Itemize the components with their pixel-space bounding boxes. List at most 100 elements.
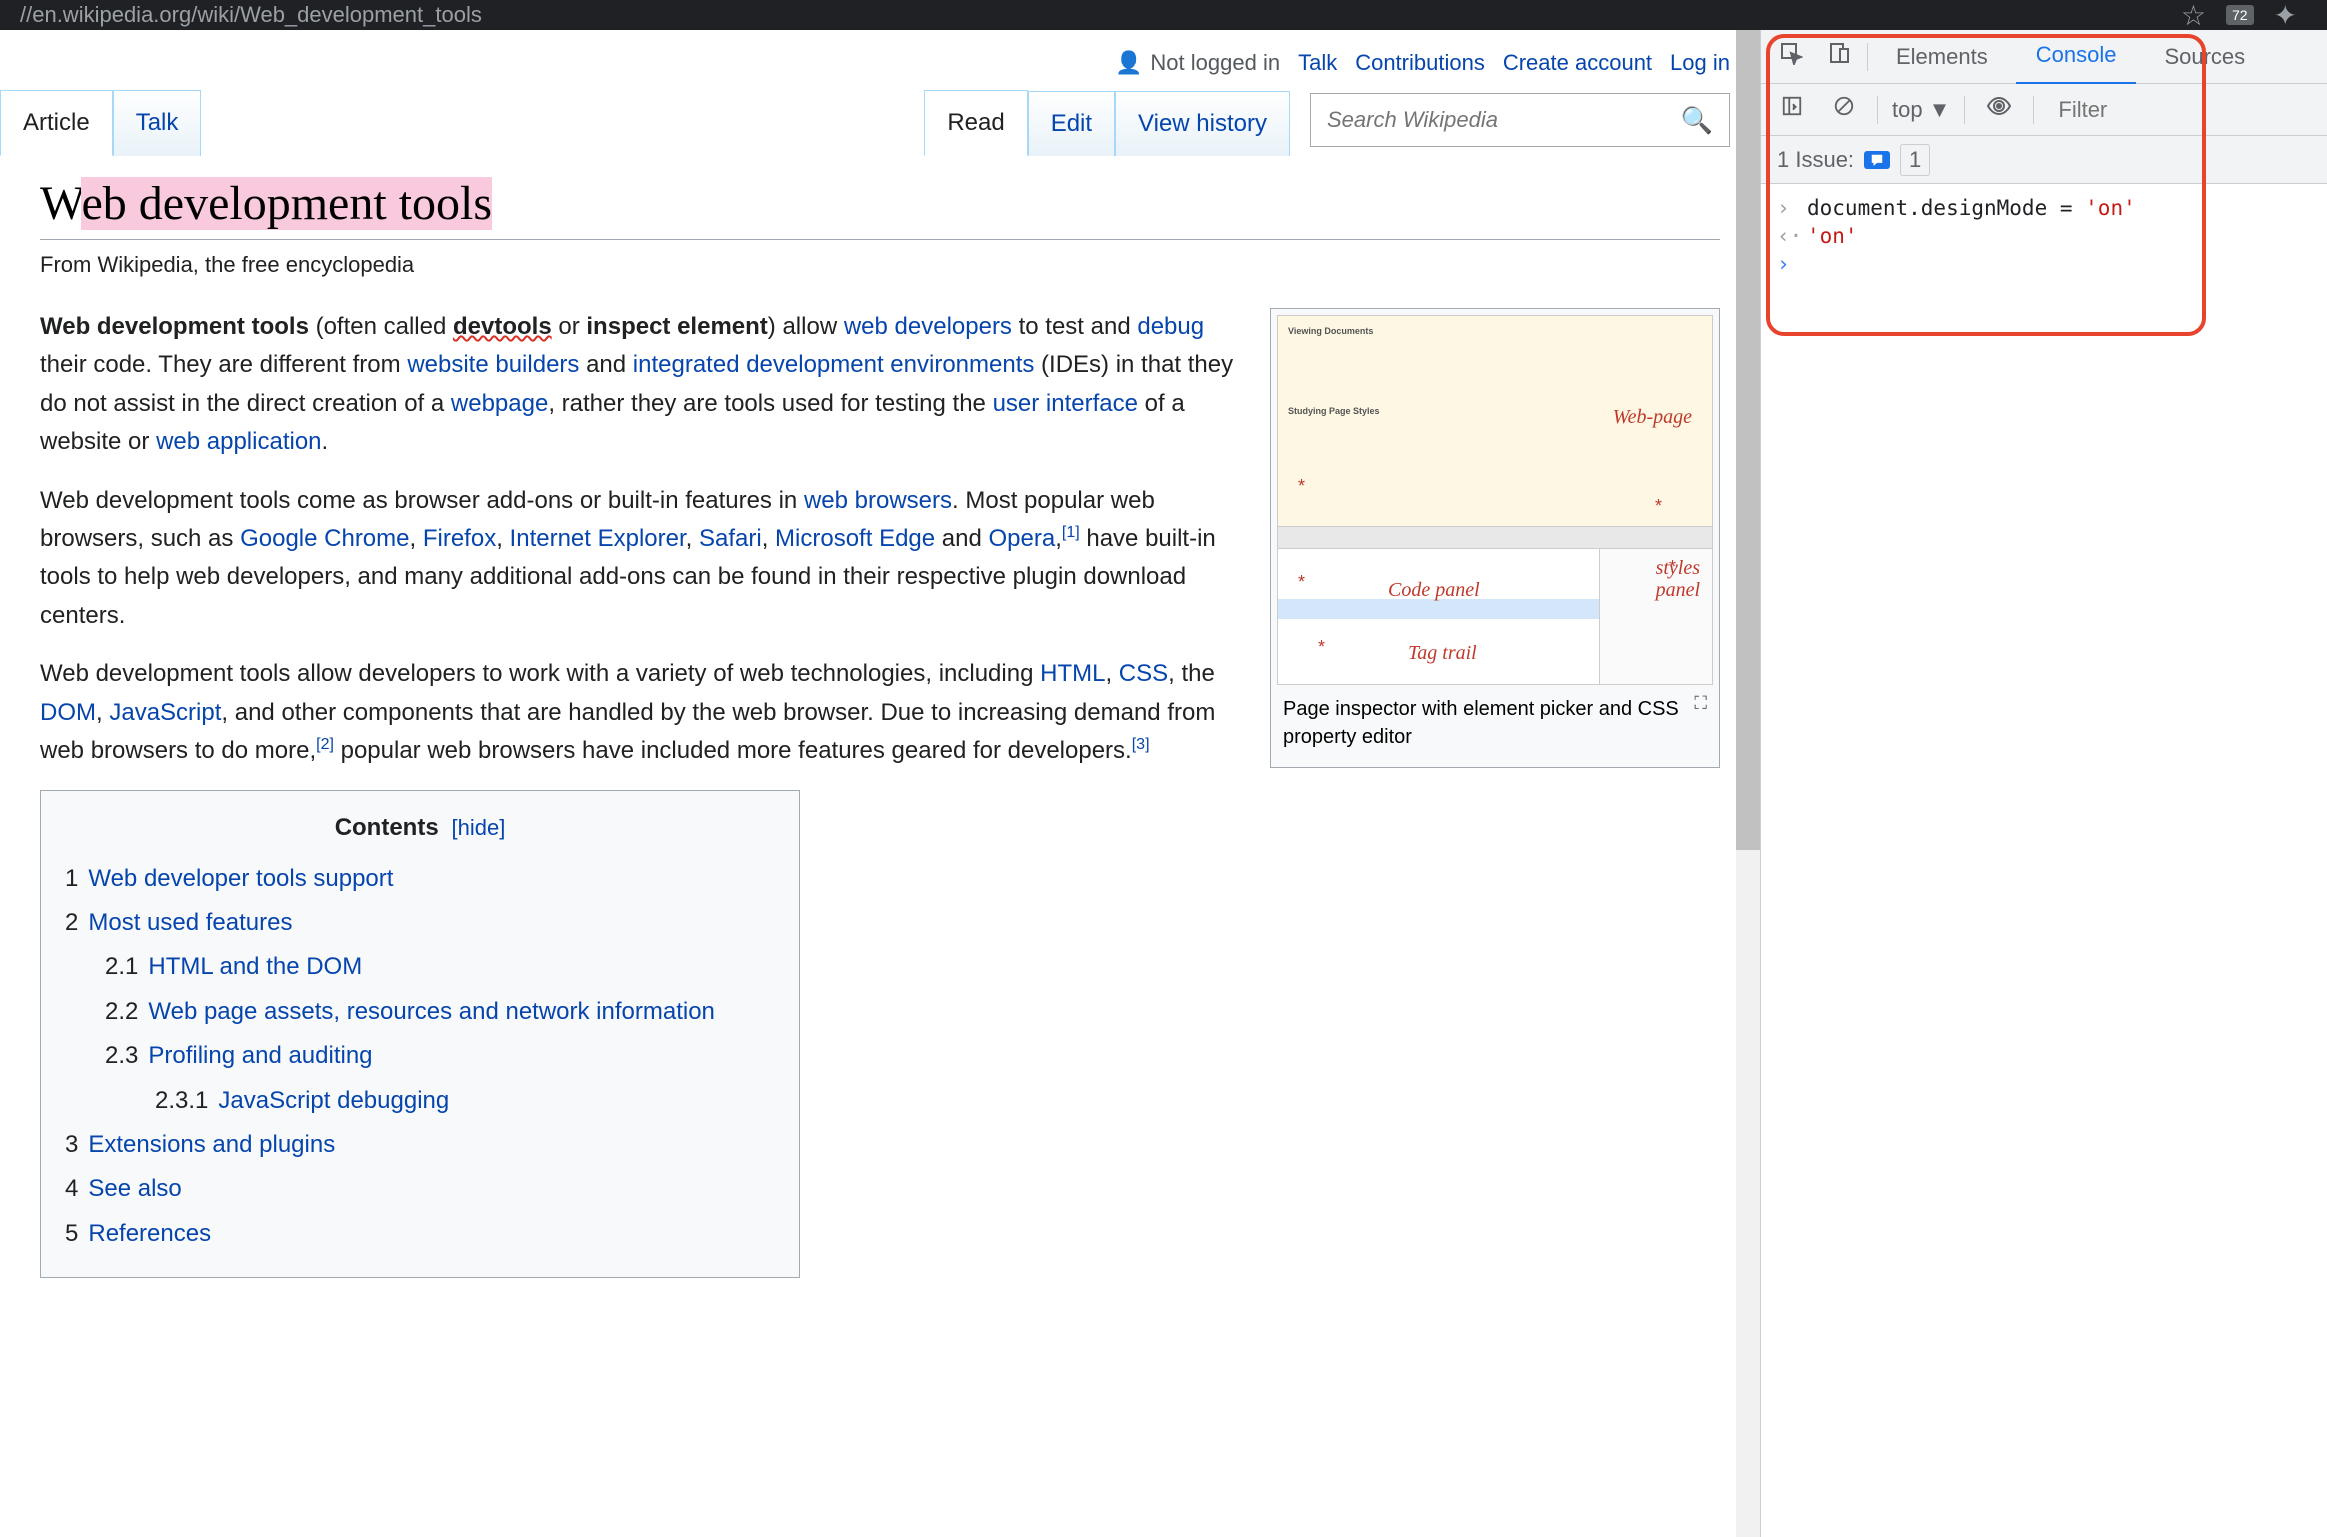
toc-number: 1 xyxy=(65,865,78,892)
table-of-contents: Contents [hide] 1Web developer tools sup… xyxy=(40,790,800,1278)
toc-link[interactable]: JavaScript debugging xyxy=(218,1087,449,1114)
scrollbar-thumb[interactable] xyxy=(1736,30,1760,850)
toc-link[interactable]: HTML and the DOM xyxy=(148,953,362,980)
console-output[interactable]: › document.designMode = 'on' ‹· 'on' › xyxy=(1761,184,2327,1537)
tab-edit[interactable]: Edit xyxy=(1028,91,1115,156)
browser-address-bar: //en.wikipedia.org/wiki/Web_development_… xyxy=(0,0,2327,30)
live-expression-icon[interactable] xyxy=(1979,86,2019,133)
toc-number: 2.2 xyxy=(105,998,138,1025)
tab-elements[interactable]: Elements xyxy=(1876,30,2008,84)
device-toggle-icon[interactable] xyxy=(1819,33,1859,80)
toc-item: 2.1HTML and the DOM xyxy=(105,948,775,986)
devtools-tabs: Elements Console Sources xyxy=(1761,30,2327,84)
link-web-browsers[interactable]: web browsers xyxy=(804,487,952,514)
toc-link[interactable]: Web developer tools support xyxy=(88,865,393,892)
search-icon: 🔍 xyxy=(1681,105,1713,135)
link-html[interactable]: HTML xyxy=(1040,660,1105,687)
page-scrollbar[interactable] xyxy=(1736,30,1760,1537)
tab-article[interactable]: Article xyxy=(0,90,113,156)
page-viewport: 👤 Not logged in Talk Contributions Creat… xyxy=(0,30,1760,1537)
link-chrome[interactable]: Google Chrome xyxy=(240,525,409,552)
issues-bar[interactable]: 1 Issue: 1 xyxy=(1761,136,2327,184)
tab-console[interactable]: Console xyxy=(2016,28,2137,85)
link-debug[interactable]: debug xyxy=(1137,313,1204,340)
inspect-element-icon[interactable] xyxy=(1771,33,1811,80)
toc-item: 2.3.1JavaScript debugging xyxy=(155,1082,775,1120)
link-user-interface[interactable]: user interface xyxy=(993,390,1138,417)
link-javascript[interactable]: JavaScript xyxy=(109,699,221,726)
infobox-image[interactable]: Viewing Documents Studying Page Styles W… xyxy=(1277,315,1713,685)
user-talk-link[interactable]: Talk xyxy=(1298,50,1337,76)
link-web-developers[interactable]: web developers xyxy=(844,313,1012,340)
infobox: Viewing Documents Studying Page Styles W… xyxy=(1270,308,1720,768)
page-subtitle: From Wikipedia, the free encyclopedia xyxy=(40,252,1720,278)
tab-talk[interactable]: Talk xyxy=(113,90,202,156)
link-safari[interactable]: Safari xyxy=(699,525,762,552)
toc-link[interactable]: See also xyxy=(88,1175,181,1202)
toc-item: 3Extensions and plugins xyxy=(65,1126,775,1164)
chevron-down-icon: ▼ xyxy=(1929,97,1951,123)
expand-icon[interactable]: ⛶ xyxy=(1694,691,1707,716)
toc-number: 4 xyxy=(65,1175,78,1202)
link-webpage[interactable]: webpage xyxy=(451,390,548,417)
tab-view-history[interactable]: View history xyxy=(1115,91,1290,156)
annotation-tag-trail: Tag trail xyxy=(1408,642,1477,665)
link-web-application[interactable]: web application xyxy=(156,428,321,455)
link-ide[interactable]: integrated development environments xyxy=(633,351,1035,378)
ref-3[interactable]: [3] xyxy=(1132,736,1150,753)
link-dom[interactable]: DOM xyxy=(40,699,96,726)
toc-item: 5 References xyxy=(65,1215,775,1253)
console-sidebar-toggle-icon[interactable] xyxy=(1773,87,1811,132)
log-in-link[interactable]: Log in xyxy=(1670,50,1730,76)
ref-2[interactable]: [2] xyxy=(316,736,334,753)
extensions-puzzle-icon[interactable]: ✦ xyxy=(2274,0,2297,32)
search-button[interactable]: 🔍 xyxy=(1665,105,1729,136)
asterisk-icon: * xyxy=(1298,476,1305,497)
console-output-line: ‹· 'on' xyxy=(1777,224,2311,248)
not-logged-in-label: 👤 Not logged in xyxy=(1115,50,1280,76)
context-selector[interactable]: top ▼ xyxy=(1892,97,1950,123)
ref-1[interactable]: [1] xyxy=(1062,524,1080,541)
link-ie[interactable]: Internet Explorer xyxy=(510,525,686,552)
toc-link[interactable]: References xyxy=(88,1220,211,1247)
issues-label: 1 Issue: xyxy=(1777,147,1854,173)
link-website-builders[interactable]: website builders xyxy=(407,351,579,378)
asterisk-icon: * xyxy=(1318,637,1325,658)
namespace-tabs-row: Article Talk Read Edit View history 🔍 xyxy=(0,86,1760,156)
tab-read[interactable]: Read xyxy=(924,90,1027,156)
person-icon: 👤 xyxy=(1115,50,1142,76)
toc-link[interactable]: Profiling and auditing xyxy=(148,1042,372,1069)
contributions-link[interactable]: Contributions xyxy=(1355,50,1485,76)
clear-console-icon[interactable] xyxy=(1825,87,1863,132)
toc-item: 2.3Profiling and auditing xyxy=(105,1037,775,1075)
infobox-caption: Page inspector with element picker and C… xyxy=(1277,685,1713,761)
bookmark-star-icon[interactable]: ☆ xyxy=(2181,0,2206,32)
console-filter-input[interactable] xyxy=(2048,91,2168,129)
link-opera[interactable]: Opera xyxy=(989,525,1056,552)
console-toolbar: top ▼ xyxy=(1761,84,2327,136)
toc-number: 5 xyxy=(65,1220,78,1247)
link-edge[interactable]: Microsoft Edge xyxy=(775,525,935,552)
search-box: 🔍 xyxy=(1310,93,1730,147)
prompt-chevron-icon: › xyxy=(1777,252,1793,276)
link-css[interactable]: CSS xyxy=(1119,660,1168,687)
console-prompt-line[interactable]: › xyxy=(1777,252,2311,276)
link-firefox[interactable]: Firefox xyxy=(423,525,496,552)
annotation-code-panel: Code panel xyxy=(1388,579,1480,602)
page-title: Web development tools xyxy=(40,176,1720,240)
toc-link[interactable]: Most used features xyxy=(88,909,292,936)
annotation-webpage: Web-page xyxy=(1613,406,1692,429)
input-chevron-icon: › xyxy=(1777,196,1793,220)
extension-badge[interactable]: 72 xyxy=(2226,5,2254,25)
create-account-link[interactable]: Create account xyxy=(1503,50,1652,76)
toc-item: 2Most used features xyxy=(65,904,775,942)
tab-sources[interactable]: Sources xyxy=(2144,30,2265,84)
toc-hide-link[interactable]: hide xyxy=(458,815,500,840)
toc-link[interactable]: Extensions and plugins xyxy=(88,1131,335,1158)
console-input-line: › document.designMode = 'on' xyxy=(1777,196,2311,220)
asterisk-icon: * xyxy=(1655,496,1662,517)
toc-link[interactable]: Web page assets, resources and network i… xyxy=(148,998,715,1025)
issue-badge-icon xyxy=(1864,151,1890,169)
search-input[interactable] xyxy=(1311,107,1665,133)
asterisk-icon: * xyxy=(1298,572,1305,593)
